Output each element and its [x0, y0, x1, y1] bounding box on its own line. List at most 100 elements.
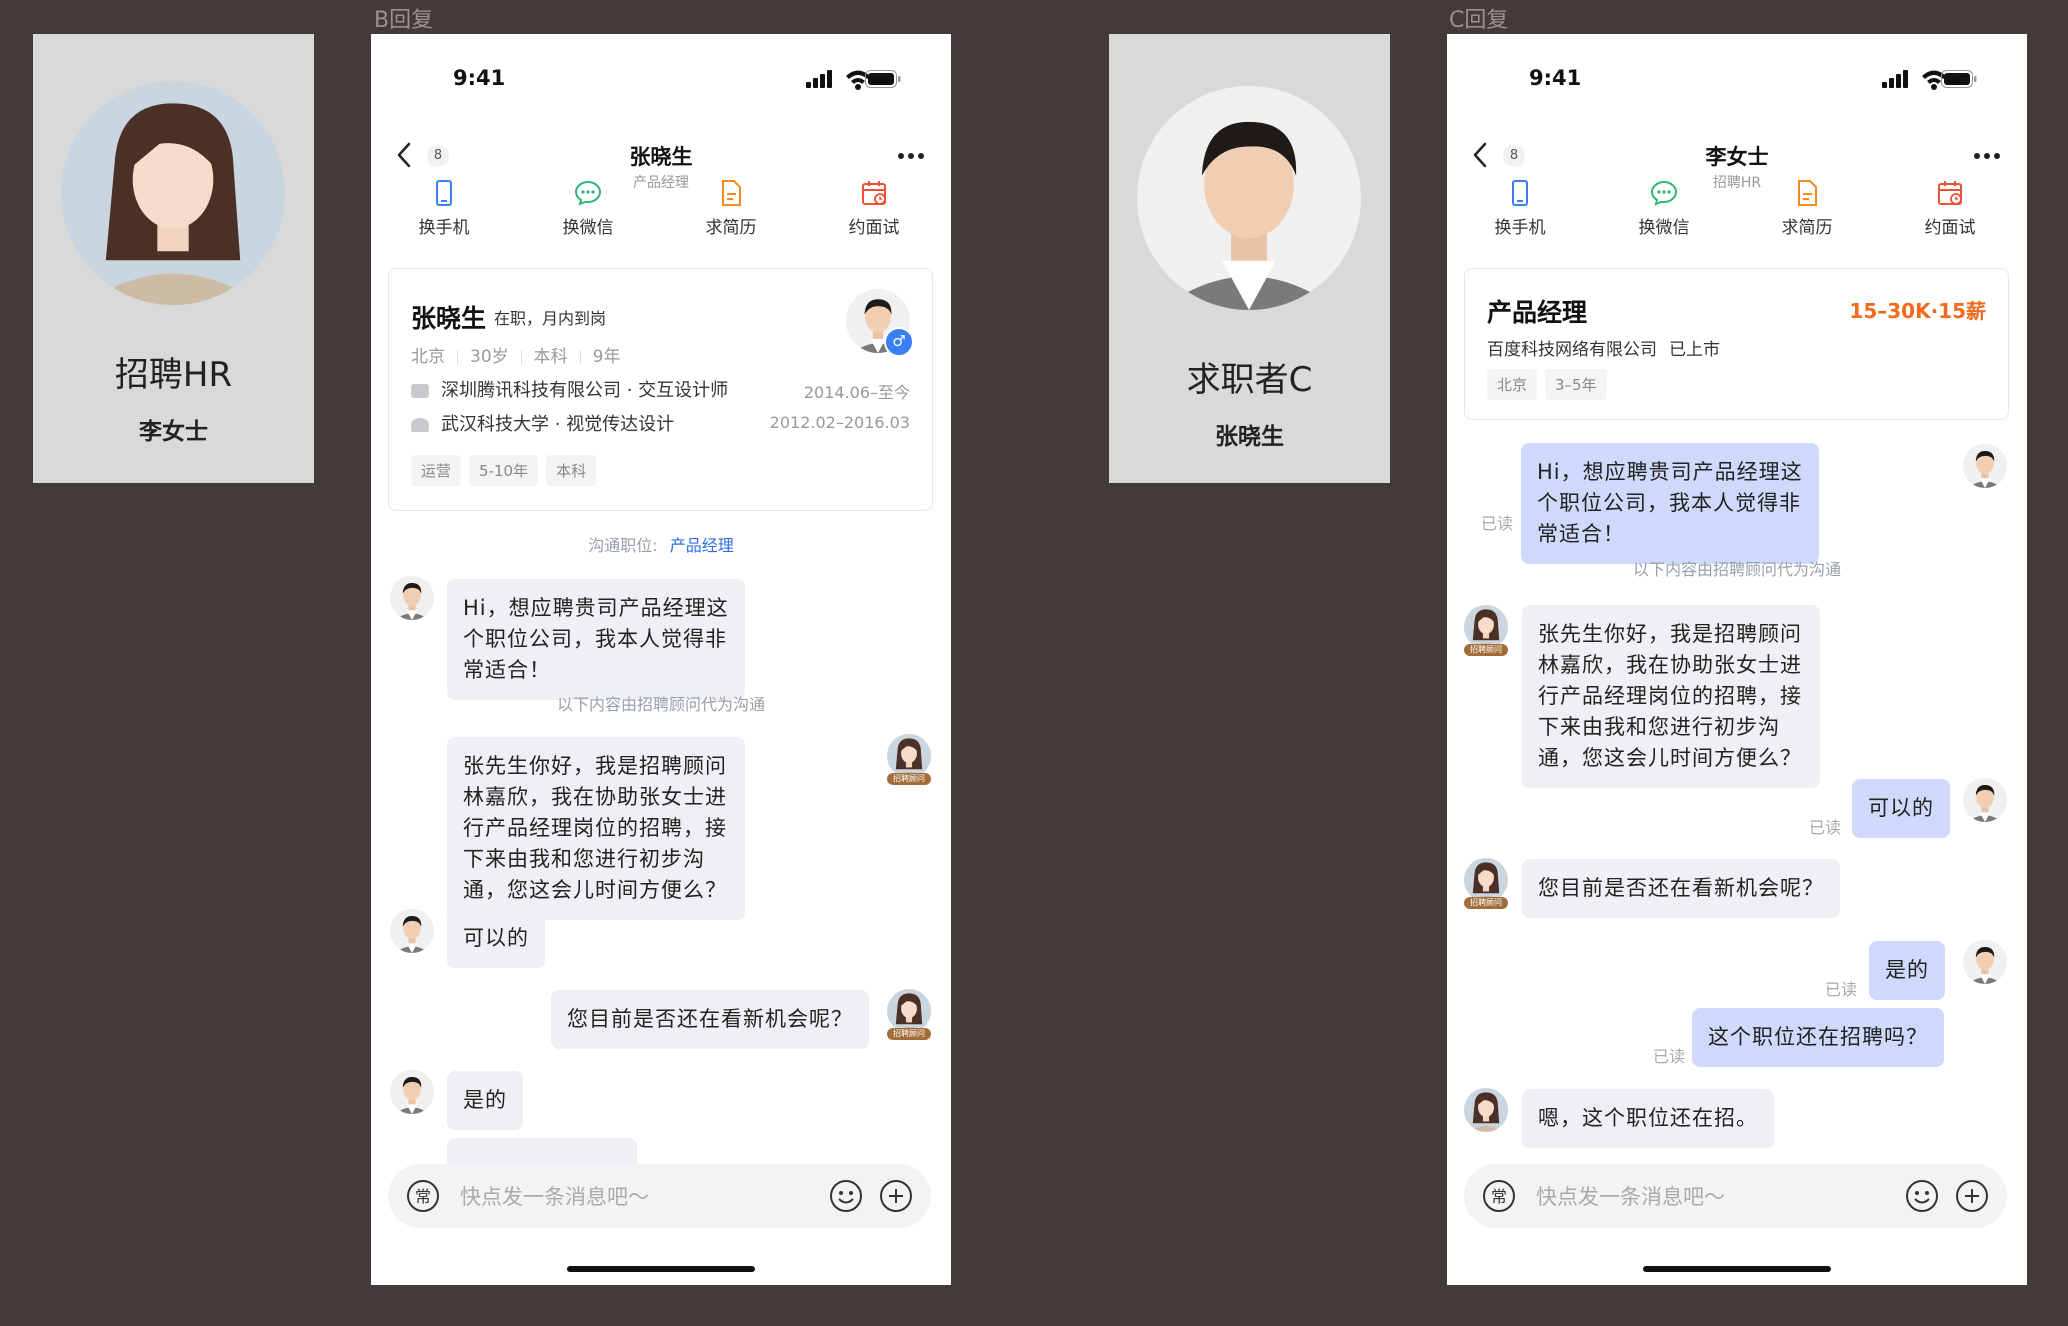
message-input-bar: 常 — [1464, 1164, 2007, 1228]
frame-label-c: C回复 — [1449, 8, 1509, 33]
home-indicator — [1643, 1266, 1831, 1272]
job-tags: 北京 3–5年 — [1487, 369, 1615, 400]
common-phrases-label: 常 — [1491, 1187, 1507, 1206]
exchange-phone-button[interactable]: 换手机 — [1465, 179, 1575, 238]
card-name: 张晓生 — [1215, 424, 1284, 450]
avatar — [390, 1070, 434, 1114]
common-phrases-icon[interactable]: 常 — [406, 1179, 440, 1213]
advisor-badge: 招聘顾问 — [1464, 644, 1508, 656]
graduation-cap-icon — [411, 418, 429, 432]
tag: 3–5年 — [1545, 369, 1607, 400]
read-receipt: 已读 — [1825, 980, 1858, 999]
common-phrases-icon[interactable]: 常 — [1482, 1179, 1516, 1213]
candidate-profile-card[interactable]: 张晓生 在职，月内到岗 北京 30岁 本科 9年 深圳腾讯科技有限公司 · 交互设计师… — [388, 268, 933, 511]
message-input[interactable] — [1534, 1178, 1888, 1216]
phone-b-reply: 9:41 8 张晓生 产品经理 换手机 换微信 求简历 约面试 张晓生 在职，月… — [371, 34, 951, 1285]
candidate-tags: 运营 5-10年 本科 — [411, 455, 604, 486]
schedule-interview-button[interactable]: 约面试 — [1895, 179, 2005, 238]
card-name: 李女士 — [139, 419, 208, 445]
avatar — [1963, 444, 2007, 488]
emoji-icon[interactable] — [829, 1179, 863, 1213]
plus-icon[interactable] — [879, 1179, 913, 1213]
work-experience: 深圳腾讯科技有限公司 · 交互设计师 — [411, 376, 728, 402]
wechat-icon — [1650, 180, 1678, 206]
exchange-wechat-button[interactable]: 换微信 — [533, 179, 643, 238]
advisor-avatar — [1464, 605, 1508, 649]
message-bubble: 这个职位还在招聘吗？ — [1692, 1008, 1944, 1067]
signal-icon — [1882, 70, 1908, 88]
message-bubble: 可以的 — [1852, 779, 1950, 838]
avatar — [1963, 778, 2007, 822]
candidate-name: 张晓生 — [411, 304, 487, 333]
advisor-avatar — [887, 989, 931, 1033]
request-resume-button[interactable]: 求简历 — [1752, 179, 1862, 238]
battery-icon — [1941, 70, 1977, 88]
message-bubble: 嗯，这个职位还在招。 — [1522, 1089, 1774, 1148]
meta-age: 30岁 — [470, 347, 509, 367]
job-salary: 15–30K·15薪 — [1849, 299, 1986, 323]
candidate-meta: 北京 30岁 本科 9年 — [411, 342, 620, 367]
advisor-badge: 招聘顾问 — [887, 1028, 931, 1040]
exchange-wechat-button[interactable]: 换微信 — [1609, 179, 1719, 238]
calendar-icon — [1938, 181, 1962, 205]
company-name: 百度科技网络有限公司 — [1487, 340, 1657, 360]
more-icon[interactable] — [1973, 152, 2001, 160]
briefcase-icon — [411, 384, 429, 398]
calendar-icon — [862, 181, 886, 205]
persona-card-seeker: 求职者C 张晓生 — [1109, 34, 1390, 483]
work-date: 2014.06–至今 — [803, 383, 910, 402]
message-bubble: 张先生你好，我是招聘顾问林嘉欣，我在协助张女士进行产品经理岗位的招聘，接下来由我… — [1522, 605, 1820, 788]
exchange-phone-button[interactable]: 换手机 — [389, 179, 499, 238]
meta-education: 本科 — [533, 347, 568, 367]
message-input[interactable] — [458, 1178, 812, 1216]
tag: 本科 — [546, 455, 597, 486]
quick-action-label: 约面试 — [848, 218, 900, 238]
plus-icon[interactable] — [1955, 1179, 1989, 1213]
tag: 5-10年 — [469, 455, 539, 486]
status-time: 9:41 — [453, 66, 506, 90]
resume-icon — [1798, 180, 1817, 206]
chat-title: 张晓生 — [629, 145, 693, 169]
seeker-avatar — [1137, 86, 1361, 310]
quick-actions: 换手机 换微信 求简历 约面试 — [1447, 179, 2027, 249]
position-label: 沟通职位: — [588, 536, 658, 555]
position-link[interactable]: 产品经理 — [670, 536, 734, 555]
persona-card-hr: 招聘HR 李女士 — [33, 34, 314, 483]
school-date: 2012.02–2016.03 — [769, 413, 910, 432]
hr-avatar — [61, 81, 285, 305]
frame-label-b: B回复 — [374, 8, 434, 33]
advisor-note: 以下内容由招聘顾问代为沟通 — [1632, 560, 1841, 579]
emoji-icon[interactable] — [1905, 1179, 1939, 1213]
message-bubble: 您目前是否还在看新机会呢？ — [1522, 859, 1840, 918]
request-resume-button[interactable]: 求简历 — [676, 179, 786, 238]
company-stage: 已上市 — [1669, 340, 1720, 360]
phone-c-reply: 9:41 8 李女士 招聘HR 换手机 换微信 求简历 约面试 产品经理 15–… — [1447, 34, 2027, 1285]
phone-icon — [1512, 180, 1528, 206]
job-title: 产品经理 — [1487, 298, 1588, 327]
card-role: 招聘HR — [114, 355, 233, 395]
message-bubble: 可以的 — [447, 909, 545, 968]
candidate-status: 在职，月内到岗 — [494, 309, 607, 328]
resume-icon — [722, 180, 741, 206]
schedule-interview-button[interactable]: 约面试 — [819, 179, 929, 238]
job-card[interactable]: 产品经理 15–30K·15薪 百度科技网络有限公司 已上市 北京 3–5年 — [1464, 268, 2009, 420]
phone-icon — [436, 180, 452, 206]
message-bubble: 张先生你好，我是招聘顾问林嘉欣，我在协助张女士进行产品经理岗位的招聘，接下来由我… — [447, 737, 745, 920]
chat-title: 李女士 — [1705, 145, 1769, 169]
quick-action-label: 约面试 — [1924, 218, 1976, 238]
wechat-icon — [574, 180, 602, 206]
quick-action-label: 换微信 — [562, 218, 614, 238]
advisor-badge: 招聘顾问 — [887, 773, 931, 785]
avatar — [390, 909, 434, 953]
message-input-bar: 常 — [388, 1164, 931, 1228]
more-icon[interactable] — [897, 152, 925, 160]
candidate-avatar: ♂ — [846, 289, 914, 357]
home-indicator — [567, 1266, 755, 1272]
avatar — [1464, 1088, 1508, 1132]
quick-action-label: 换微信 — [1638, 218, 1690, 238]
message-bubble: 是的 — [1869, 941, 1945, 1000]
card-role: 求职者C — [1186, 360, 1313, 400]
quick-action-label: 换手机 — [1494, 218, 1546, 238]
avatar — [1963, 940, 2007, 984]
quick-action-label: 求简历 — [1781, 218, 1833, 238]
